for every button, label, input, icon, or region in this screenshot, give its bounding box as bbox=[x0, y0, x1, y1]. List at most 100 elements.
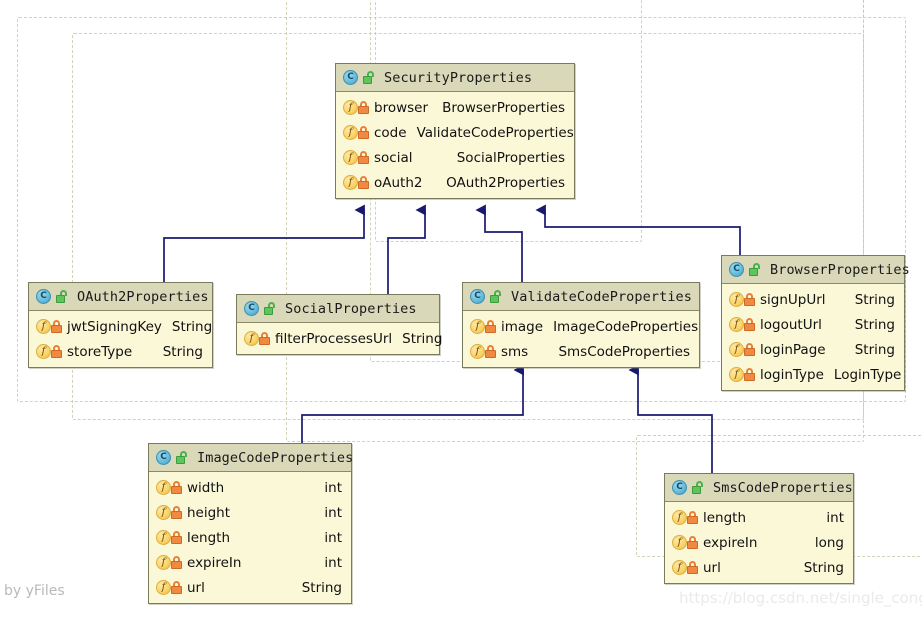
field-icon bbox=[470, 344, 485, 359]
class-name: BrowserProperties bbox=[770, 261, 910, 278]
field-type: LoginType bbox=[833, 366, 902, 383]
uml-class-BrowserProperties[interactable]: BrowserProperties signUpUrl String logou… bbox=[721, 255, 910, 391]
uml-class-SecurityProperties[interactable]: SecurityProperties browser BrowserProper… bbox=[335, 63, 575, 199]
field-row[interactable]: length int bbox=[665, 505, 853, 530]
uml-class-ImageCodeProperties[interactable]: ImageCodeProperties width int height int… bbox=[148, 443, 354, 604]
field-name: signUpUrl bbox=[760, 291, 826, 308]
field-row[interactable]: oAuth2 OAuth2Properties bbox=[336, 170, 574, 195]
field-row[interactable]: url String bbox=[665, 555, 853, 580]
field-name: loginType bbox=[760, 366, 824, 383]
field-row[interactable]: sms SmsCodeProperties bbox=[463, 339, 699, 364]
field-name: loginPage bbox=[760, 341, 826, 358]
edge-social-to-security bbox=[387, 204, 426, 294]
field-row[interactable]: jwtSigningKey String bbox=[29, 314, 212, 339]
class-fields: jwtSigningKey String storeType String bbox=[29, 311, 212, 367]
field-row[interactable]: width int bbox=[149, 475, 351, 500]
yfiles-watermark: by yFiles bbox=[4, 583, 65, 599]
class-name: ImageCodeProperties bbox=[197, 449, 354, 466]
field-type: SocialProperties bbox=[456, 149, 565, 166]
field-icon bbox=[156, 555, 171, 570]
uml-class-SmsCodeProperties[interactable]: SmsCodeProperties length int expireIn lo… bbox=[664, 473, 854, 584]
class-icon bbox=[156, 450, 171, 465]
field-name: oAuth2 bbox=[374, 174, 423, 191]
uml-class-OAuth2Properties[interactable]: OAuth2Properties jwtSigningKey String st… bbox=[28, 282, 213, 368]
uml-diagram-canvas: SecurityProperties browser BrowserProper… bbox=[0, 0, 922, 619]
class-name: SmsCodeProperties bbox=[713, 479, 853, 496]
field-row[interactable]: social SocialProperties bbox=[336, 145, 574, 170]
lock-icon bbox=[485, 320, 496, 333]
uml-class-SocialProperties[interactable]: SocialProperties filterProcessesUrl Stri… bbox=[236, 294, 442, 355]
field-icon bbox=[729, 367, 744, 382]
field-row[interactable]: loginType LoginType bbox=[722, 362, 904, 387]
class-fields: width int height int length int expireIn… bbox=[149, 472, 351, 603]
class-name: OAuth2Properties bbox=[77, 288, 209, 305]
field-name: width bbox=[187, 479, 225, 496]
field-name: logoutUrl bbox=[760, 316, 822, 333]
lock-icon bbox=[171, 531, 182, 544]
class-header: BrowserProperties bbox=[722, 256, 910, 284]
lock-icon bbox=[171, 581, 182, 594]
uml-class-ValidateCodeProperties[interactable]: ValidateCodeProperties image ImageCodePr… bbox=[462, 282, 700, 368]
lock-icon bbox=[744, 293, 755, 306]
field-icon bbox=[36, 319, 51, 334]
class-icon bbox=[244, 301, 259, 316]
unlock-icon bbox=[56, 290, 68, 303]
field-icon bbox=[672, 560, 687, 575]
class-fields: image ImageCodeProperties sms SmsCodePro… bbox=[463, 311, 699, 367]
field-row[interactable]: url String bbox=[149, 575, 351, 600]
lock-icon bbox=[485, 345, 496, 358]
field-row[interactable]: height int bbox=[149, 500, 351, 525]
class-header: SecurityProperties bbox=[336, 64, 574, 92]
field-type: long bbox=[814, 534, 844, 551]
lock-icon bbox=[744, 368, 755, 381]
field-row[interactable]: filterProcessesUrl String bbox=[237, 326, 442, 351]
edge-smscode-to-validatecode bbox=[628, 364, 713, 473]
field-icon bbox=[343, 125, 358, 140]
field-type: String bbox=[803, 559, 844, 576]
field-type: String bbox=[854, 291, 895, 308]
field-name: image bbox=[501, 318, 544, 335]
lock-icon bbox=[171, 556, 182, 569]
field-type: String bbox=[162, 343, 203, 360]
field-name: browser bbox=[374, 99, 429, 116]
class-header: ValidateCodeProperties bbox=[463, 283, 699, 311]
field-row[interactable]: storeType String bbox=[29, 339, 212, 364]
field-name: height bbox=[187, 504, 231, 521]
class-header: SocialProperties bbox=[237, 295, 439, 323]
unlock-icon bbox=[692, 481, 704, 494]
class-fields: browser BrowserProperties code ValidateC… bbox=[336, 92, 574, 198]
field-row[interactable]: image ImageCodeProperties bbox=[463, 314, 699, 339]
field-name: expireIn bbox=[187, 554, 242, 571]
edge-imagecode-to-validatecode bbox=[301, 364, 524, 443]
lock-icon bbox=[358, 176, 369, 189]
field-row[interactable]: browser BrowserProperties bbox=[336, 95, 574, 120]
field-row[interactable]: expireIn long bbox=[665, 530, 853, 555]
class-icon bbox=[470, 289, 485, 304]
lock-icon bbox=[687, 561, 698, 574]
field-icon bbox=[343, 100, 358, 115]
field-row[interactable]: code ValidateCodeProperties bbox=[336, 120, 574, 145]
field-name: social bbox=[374, 149, 413, 166]
field-row[interactable]: length int bbox=[149, 525, 351, 550]
field-row[interactable]: expireIn int bbox=[149, 550, 351, 575]
field-row[interactable]: loginPage String bbox=[722, 337, 904, 362]
edge-validatecode-to-security bbox=[475, 204, 523, 282]
field-name: url bbox=[703, 559, 721, 576]
class-name: SecurityProperties bbox=[384, 69, 533, 86]
field-icon bbox=[156, 480, 171, 495]
field-type: ImageCodeProperties bbox=[553, 318, 699, 335]
field-type: int bbox=[324, 554, 342, 571]
field-name: length bbox=[187, 529, 231, 546]
edge-oauth2-to-security bbox=[163, 204, 365, 282]
lock-icon bbox=[744, 343, 755, 356]
unlock-icon bbox=[749, 263, 761, 276]
field-icon bbox=[343, 175, 358, 190]
class-icon bbox=[672, 480, 687, 495]
field-row[interactable]: logoutUrl String bbox=[722, 312, 904, 337]
unlock-icon bbox=[363, 71, 375, 84]
field-type: int bbox=[324, 479, 342, 496]
field-row[interactable]: signUpUrl String bbox=[722, 287, 904, 312]
field-type: int bbox=[324, 504, 342, 521]
class-icon bbox=[729, 262, 744, 277]
field-type: String bbox=[854, 341, 895, 358]
